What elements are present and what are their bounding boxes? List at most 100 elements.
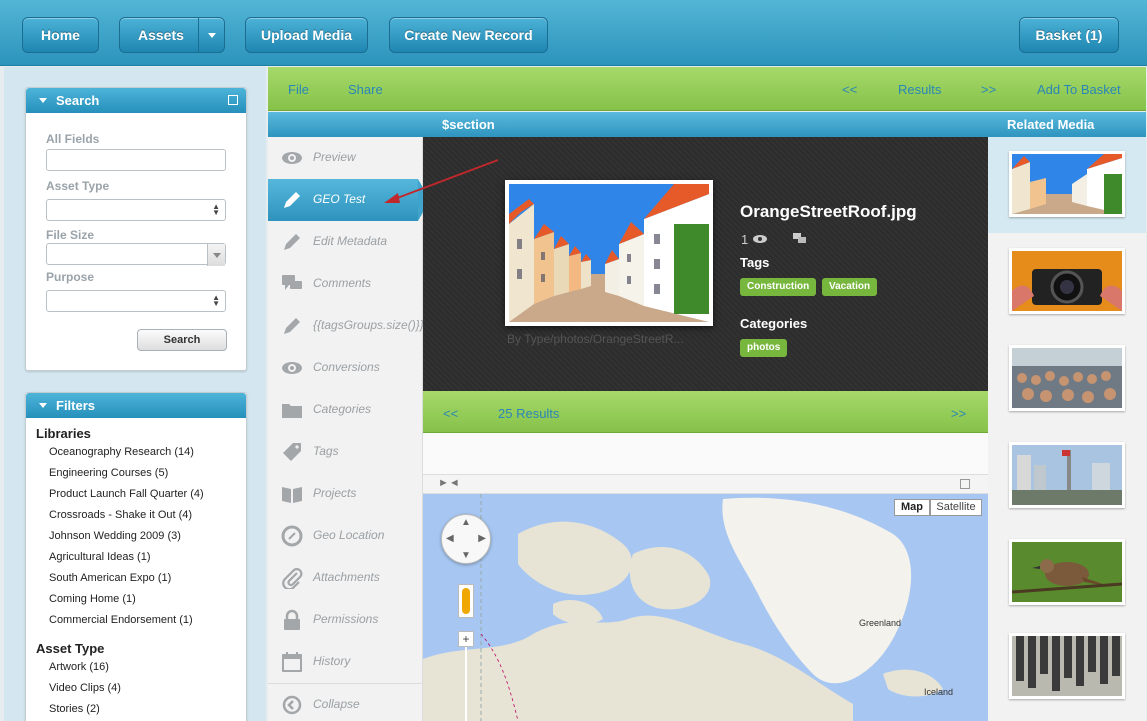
search-panel-header[interactable]: Search <box>26 88 246 113</box>
compass-icon <box>281 525 303 547</box>
menu-item-geo-location[interactable]: Geo Location <box>268 515 423 557</box>
filters-panel-header[interactable]: Filters <box>26 393 246 418</box>
next-record-link[interactable]: >> <box>981 82 996 97</box>
basket-button[interactable]: Basket (1) <box>1019 17 1119 53</box>
map-type-map-button[interactable]: Map <box>894 499 930 516</box>
pegman-icon[interactable] <box>458 584 474 618</box>
menu-item-label: Edit Metadata <box>313 234 388 248</box>
assets-button[interactable]: Assets <box>119 17 225 53</box>
menu-item-tags-groups[interactable]: {{tagsGroups.size()}} <box>268 305 424 347</box>
edit-icon[interactable] <box>960 479 970 489</box>
assets-label: Assets <box>138 27 184 43</box>
record-side-menu: Preview GEO Test Edit Metadata Comments … <box>268 137 430 721</box>
thumb-pipes <box>1012 636 1122 696</box>
add-to-basket-link[interactable]: Add To Basket <box>1037 82 1121 97</box>
category-badge[interactable]: photos <box>740 339 788 357</box>
menu-item-permissions[interactable]: Permissions <box>268 599 423 641</box>
map-view[interactable]: ▲ ▼ ◀ ▶ + Map Satellite Greenland Icelan… <box>423 494 988 721</box>
related-media-thumb[interactable] <box>1009 539 1125 605</box>
eye-icon <box>282 152 302 164</box>
chevron-down-icon[interactable] <box>207 244 225 266</box>
asset-type-item[interactable]: Artwork (16) <box>49 661 109 673</box>
library-item[interactable]: Agricultural Ideas (1) <box>49 551 151 563</box>
library-item[interactable]: Oceanography Research (14) <box>49 446 194 458</box>
menu-item-conversions[interactable]: Conversions <box>268 347 423 389</box>
asset-type-select[interactable]: ▲ ▼ <box>46 199 226 221</box>
folder-icon <box>282 404 302 418</box>
asset-type-item[interactable]: Video Clips (4) <box>49 682 121 694</box>
annotation-arrow <box>384 159 499 203</box>
library-item[interactable]: Coming Home (1) <box>49 593 136 605</box>
collapse-triangle-icon <box>39 403 47 408</box>
menu-item-attachments[interactable]: Attachments <box>268 557 423 599</box>
menu-item-label: Attachments <box>313 570 380 584</box>
share-menu[interactable]: Share <box>348 82 383 97</box>
all-fields-input[interactable] <box>46 149 226 171</box>
map-pan-control[interactable]: ▲ ▼ ◀ ▶ <box>441 514 491 564</box>
media-preview-image[interactable] <box>505 180 713 326</box>
prev-results-link[interactable]: << <box>443 406 458 421</box>
menu-item-label: History <box>313 654 351 668</box>
related-media-panel <box>988 137 1146 721</box>
map-type-satellite-button[interactable]: Satellite <box>930 499 982 516</box>
home-button[interactable]: Home <box>22 17 99 53</box>
map-toolbar: ►◄ <box>423 474 988 494</box>
related-media-thumb[interactable] <box>1009 151 1125 217</box>
edit-icon[interactable] <box>228 95 238 105</box>
menu-item-label: Preview <box>313 150 356 164</box>
asset-type-item[interactable]: Stories (2) <box>49 703 100 715</box>
filters-panel-title: Filters <box>56 398 96 413</box>
results-bar: << 25 Results >> <box>423 391 988 433</box>
file-size-combobox[interactable] <box>46 243 226 266</box>
zoom-slider[interactable] <box>465 647 467 721</box>
tag-icon <box>283 443 301 461</box>
eye-icon <box>752 235 767 243</box>
street-photo <box>509 184 709 322</box>
file-menu[interactable]: File <box>288 82 309 97</box>
library-item[interactable]: Crossroads - Shake it Out (4) <box>49 509 192 521</box>
library-item[interactable]: South American Expo (1) <box>49 572 171 584</box>
top-navigation-bar: Home Assets Upload Media Create New Reco… <box>0 0 1147 66</box>
tag-badge[interactable]: Construction <box>740 278 817 296</box>
next-results-link[interactable]: >> <box>951 406 966 421</box>
updown-arrows-icon: ▲ ▼ <box>212 293 220 308</box>
prev-record-link[interactable]: << <box>842 82 857 97</box>
create-new-record-button[interactable]: Create New Record <box>389 17 548 53</box>
menu-item-label: Tags <box>313 444 339 458</box>
menu-item-tags[interactable]: Tags <box>268 431 423 473</box>
zoom-in-button[interactable]: + <box>458 631 474 647</box>
tag-badge[interactable]: Vacation <box>822 278 878 296</box>
pan-up-icon[interactable]: ▲ <box>461 517 471 528</box>
menu-item-collapse[interactable]: Collapse <box>268 683 423 721</box>
record-toolbar: File Share << Results >> Add To Basket <box>268 67 1146 111</box>
pan-right-icon[interactable]: ▶ <box>478 533 486 544</box>
results-count[interactable]: 25 Results <box>498 406 559 421</box>
menu-item-categories[interactable]: Categories <box>268 389 423 431</box>
menu-item-projects[interactable]: Projects <box>268 473 423 515</box>
related-media-thumb[interactable] <box>1009 442 1125 508</box>
expand-arrows-icon[interactable]: ►◄ <box>438 477 460 489</box>
search-panel-title: Search <box>56 93 100 108</box>
purpose-label: Purpose <box>46 270 95 284</box>
purpose-select[interactable]: ▲ ▼ <box>46 290 226 312</box>
menu-item-edit-metadata[interactable]: Edit Metadata <box>268 221 423 263</box>
pan-down-icon[interactable]: ▼ <box>461 550 471 561</box>
related-media-thumb[interactable] <box>1009 248 1125 314</box>
library-item[interactable]: Engineering Courses (5) <box>49 467 168 479</box>
menu-item-comments[interactable]: Comments <box>268 263 423 305</box>
related-media-thumb[interactable] <box>1009 633 1125 699</box>
comments-icon[interactable] <box>793 233 806 244</box>
library-item[interactable]: Commercial Endorsement (1) <box>49 614 193 626</box>
paperclip-icon <box>282 568 303 589</box>
results-link[interactable]: Results <box>898 82 941 97</box>
search-button[interactable]: Search <box>137 329 227 351</box>
related-media-thumb[interactable] <box>1009 345 1125 411</box>
view-count-value: 1 <box>741 232 749 247</box>
chevron-down-icon[interactable] <box>198 18 224 52</box>
upload-media-button[interactable]: Upload Media <box>245 17 368 53</box>
menu-item-history[interactable]: History <box>268 641 423 683</box>
library-item[interactable]: Johnson Wedding 2009 (3) <box>49 530 181 542</box>
library-item[interactable]: Product Launch Fall Quarter (4) <box>49 488 204 500</box>
pan-left-icon[interactable]: ◀ <box>446 533 454 544</box>
menu-item-label: Collapse <box>313 697 360 711</box>
